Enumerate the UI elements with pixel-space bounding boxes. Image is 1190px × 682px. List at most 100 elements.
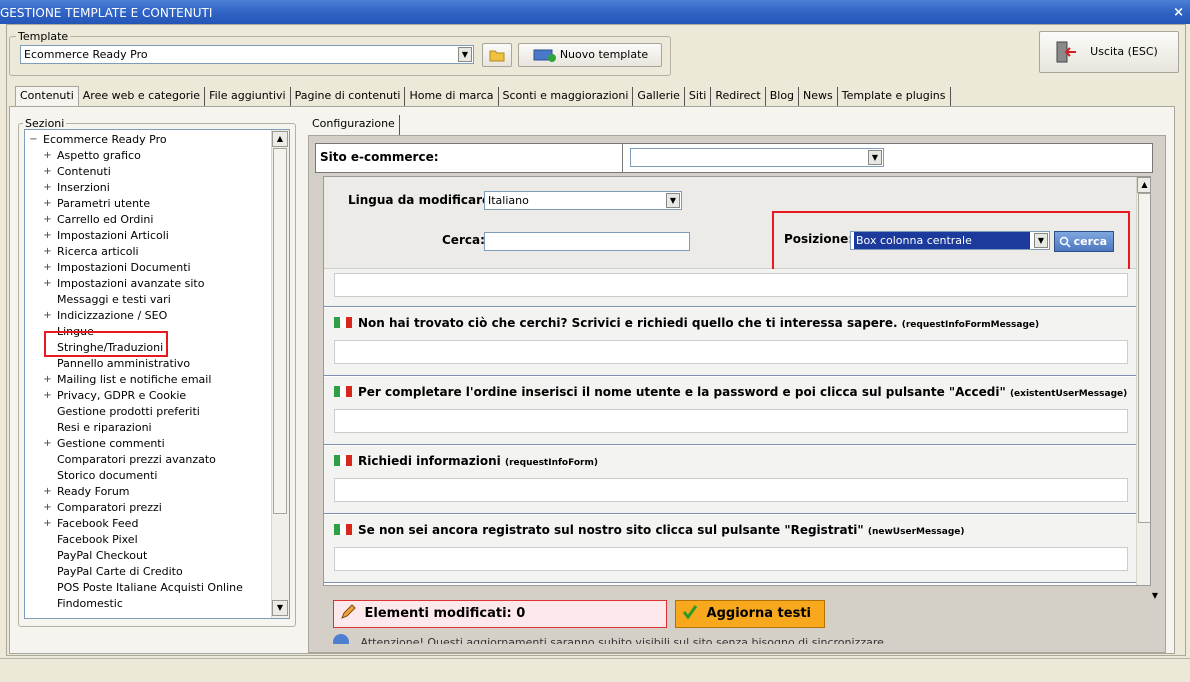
update-button[interactable]: Aggiorna testi: [675, 600, 825, 628]
tab-6[interactable]: Gallerie: [633, 87, 685, 106]
sidebar-item[interactable]: + Carrello ed Ordini: [29, 212, 153, 228]
translation-input[interactable]: [334, 409, 1128, 433]
sidebar-item[interactable]: + Inserzioni: [29, 180, 110, 196]
tab-1[interactable]: Aree web e categorie: [79, 87, 206, 106]
tab-0[interactable]: Contenuti: [15, 86, 79, 106]
sidebar-item-label: Pannello amministrativo: [57, 357, 191, 370]
sidebar-item[interactable]: + Contenuti: [29, 164, 110, 180]
tab-4[interactable]: Home di marca: [405, 87, 499, 106]
template-legend: Template: [18, 30, 69, 43]
sidebar-item[interactable]: + Ricerca articoli: [29, 244, 138, 260]
exit-button[interactable]: Uscita (ESC): [1039, 31, 1179, 73]
lingua-select[interactable]: Italiano ▼: [484, 191, 682, 210]
translation-input[interactable]: [334, 547, 1128, 571]
close-icon[interactable]: ×: [1173, 0, 1184, 24]
sidebar-item[interactable]: + Impostazioni Articoli: [29, 228, 169, 244]
list-scrollbar[interactable]: ▲: [1136, 177, 1150, 585]
expand-icon[interactable]: +: [43, 212, 52, 228]
translation-input[interactable]: [334, 478, 1128, 502]
sidebar-item[interactable]: Gestione prodotti preferiti: [29, 404, 200, 420]
contenuti-page: Sezioni − Ecommerce Ready Pro ▲ ▼ + Aspet…: [9, 106, 1175, 654]
expand-icon[interactable]: +: [43, 484, 52, 500]
translation-input[interactable]: [334, 340, 1128, 364]
sidebar-item[interactable]: + Privacy, GDPR e Cookie: [29, 388, 186, 404]
lingua-label: Lingua da modificare:: [348, 193, 495, 207]
string-title: Non hai trovato ciò che cerchi? Scrivici…: [334, 316, 1039, 330]
chevron-down-icon[interactable]: ▼: [666, 193, 680, 208]
scroll-thumb[interactable]: [273, 148, 287, 514]
expand-icon[interactable]: +: [43, 244, 52, 260]
expand-icon[interactable]: +: [43, 260, 52, 276]
cerca-input[interactable]: [484, 232, 690, 251]
chevron-down-icon[interactable]: ▼: [458, 47, 472, 62]
sidebar-item[interactable]: PayPal Checkout: [29, 548, 147, 564]
new-template-button[interactable]: Nuovo template: [518, 43, 662, 67]
sidebar-item[interactable]: Storico documenti: [29, 468, 157, 484]
scroll-up-icon[interactable]: ▲: [1137, 177, 1150, 193]
sidebar-item-label: Inserzioni: [57, 181, 110, 194]
sidebar-item[interactable]: + Ready Forum: [29, 484, 129, 500]
sidebar-item[interactable]: + Facebook Feed: [29, 516, 138, 532]
expand-icon[interactable]: +: [43, 196, 52, 212]
sections-tree[interactable]: − Ecommerce Ready Pro ▲ ▼ + Aspetto grafi…: [24, 129, 290, 619]
scroll-thumb[interactable]: [1138, 193, 1150, 523]
sidebar-item[interactable]: Facebook Pixel: [29, 532, 138, 548]
sidebar-item[interactable]: + Indicizzazione / SEO: [29, 308, 167, 324]
sidebar-item[interactable]: Comparatori prezzi avanzato: [29, 452, 216, 468]
sidebar-item[interactable]: + Gestione commenti: [29, 436, 164, 452]
tab-9[interactable]: Blog: [766, 87, 800, 106]
chevron-down-icon[interactable]: ▼: [868, 150, 882, 165]
tab-7[interactable]: Siti: [685, 87, 712, 106]
sidebar-item[interactable]: Pannello amministrativo: [29, 356, 190, 372]
scroll-down-icon[interactable]: ▼: [272, 600, 288, 616]
sidebar-item[interactable]: Messaggi e testi vari: [29, 292, 171, 308]
sidebar-item[interactable]: + Mailing list e notifiche email: [29, 372, 211, 388]
sidebar-item[interactable]: + Parametri utente: [29, 196, 150, 212]
tab-8[interactable]: Redirect: [711, 87, 766, 106]
tab-10[interactable]: News: [799, 87, 838, 106]
sidebar-item[interactable]: + Impostazioni Documenti: [29, 260, 190, 276]
outer-scroll-down-icon[interactable]: ▼: [1147, 588, 1163, 604]
highlight-stringhe: [44, 331, 168, 357]
posizione-select[interactable]: Box colonna centrale ▼: [850, 231, 1050, 250]
expand-icon[interactable]: +: [43, 500, 52, 516]
tree-root[interactable]: − Ecommerce Ready Pro: [29, 132, 166, 148]
template-group: Template Ecommerce Ready Pro ▼ Nuovo tem…: [9, 30, 671, 76]
chevron-down-icon[interactable]: ▼: [1034, 233, 1048, 248]
tab-2[interactable]: File aggiuntivi: [205, 87, 291, 106]
expand-icon[interactable]: +: [43, 372, 52, 388]
tab-3[interactable]: Pagine di contenuti: [291, 87, 406, 106]
string-text: Per completare l'ordine inserisci il nom…: [358, 385, 1006, 399]
tab-11[interactable]: Template e plugins: [838, 87, 951, 106]
collapse-icon[interactable]: −: [29, 132, 38, 148]
update-label: Aggiorna testi: [706, 606, 811, 621]
template-select[interactable]: Ecommerce Ready Pro ▼: [20, 45, 474, 64]
sidebar-item[interactable]: Findomestic: [29, 596, 123, 612]
sidebar-item[interactable]: + Comparatori prezzi: [29, 500, 162, 516]
expand-icon[interactable]: +: [43, 388, 52, 404]
expand-icon[interactable]: +: [43, 148, 52, 164]
tab-configurazione[interactable]: Configurazione: [308, 115, 400, 135]
expand-icon[interactable]: +: [43, 164, 52, 180]
sito-row: Sito e-commerce: ▼: [315, 143, 1153, 173]
sidebar-item[interactable]: + Aspetto grafico: [29, 148, 141, 164]
translation-input[interactable]: [334, 273, 1128, 297]
sito-select[interactable]: ▼: [630, 148, 884, 167]
expand-icon[interactable]: +: [43, 516, 52, 532]
sidebar-item[interactable]: Resi e riparazioni: [29, 420, 152, 436]
sidebar-item[interactable]: + Impostazioni avanzate sito: [29, 276, 204, 292]
sidebar-item[interactable]: POS Poste Italiane Acquisti Online: [29, 580, 243, 596]
expand-icon[interactable]: +: [43, 308, 52, 324]
tab-5[interactable]: Sconti e maggiorazioni: [499, 87, 634, 106]
cerca-button[interactable]: cerca: [1054, 231, 1114, 252]
sidebar-item[interactable]: PayPal Carte di Credito: [29, 564, 183, 580]
tree-scrollbar[interactable]: ▲ ▼: [271, 130, 289, 618]
open-folder-button[interactable]: [482, 43, 512, 67]
expand-icon[interactable]: +: [43, 436, 52, 452]
modified-counter: Elementi modificati: 0: [333, 600, 667, 628]
expand-icon[interactable]: +: [43, 276, 52, 292]
expand-icon[interactable]: +: [43, 180, 52, 196]
expand-icon[interactable]: +: [43, 228, 52, 244]
sito-divider: [622, 144, 623, 172]
scroll-up-icon[interactable]: ▲: [272, 131, 288, 147]
